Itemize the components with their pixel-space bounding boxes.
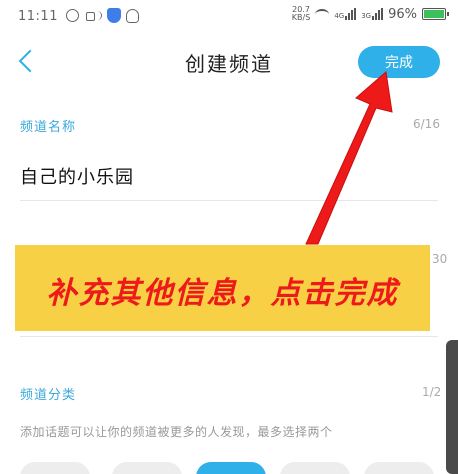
category-chip[interactable] (112, 462, 182, 474)
divider (20, 200, 438, 201)
qq-icon (126, 8, 139, 23)
status-bar: 11:11 20.7 KB/S 4G 3G 96% (0, 0, 458, 36)
annotation-text: 补充其他信息，点击完成 (46, 276, 399, 311)
category-chip[interactable] (280, 462, 350, 474)
battery-percent: 96% (388, 6, 417, 22)
divider (20, 336, 438, 337)
alarm-icon (66, 9, 79, 22)
channel-name-label: 频道名称 (20, 120, 77, 135)
channel-category-label: 频道分类 (20, 388, 77, 403)
shield-icon (107, 8, 121, 23)
channel-name-input[interactable]: 自己的小乐园 (20, 163, 134, 189)
scroll-handle[interactable] (446, 340, 458, 474)
status-icons-left (66, 8, 139, 23)
done-button[interactable]: 完成 (358, 46, 440, 78)
signal-icon: 4G (334, 8, 357, 20)
mute-icon (84, 9, 102, 22)
channel-name-counter: 6/16 (413, 117, 440, 131)
channel-category-counter: 1/2 (422, 385, 442, 399)
header: 创建频道 完成 (0, 36, 458, 88)
category-hint: 添加话题可以让你的频道被更多的人发现，最多选择两个 (20, 425, 333, 439)
status-time: 11:11 (18, 9, 58, 24)
annotation-banner: 补充其他信息，点击完成 (15, 245, 430, 331)
description-counter: 30 (432, 252, 448, 266)
signal-icon: 3G (361, 8, 384, 20)
category-chip[interactable] (364, 462, 434, 474)
wifi-icon (315, 8, 330, 20)
category-chip-selected[interactable] (196, 462, 266, 474)
status-icons-right: 20.7 KB/S 4G 3G 96% (291, 5, 449, 22)
battery-icon (422, 8, 449, 20)
category-chip[interactable] (20, 462, 90, 474)
net-speed: 20.7 KB/S (291, 5, 311, 22)
